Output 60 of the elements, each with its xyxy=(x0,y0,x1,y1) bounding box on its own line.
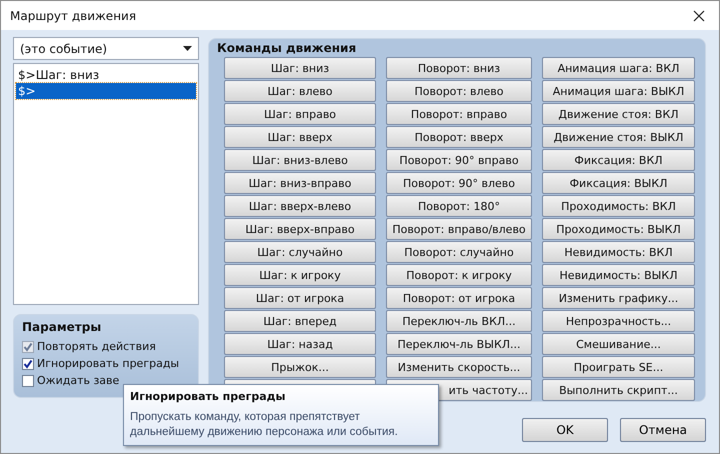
command-button[interactable]: Шаг: вверх xyxy=(224,126,376,148)
checkbox-label: Игнорировать преграды xyxy=(37,357,180,370)
caret-icon xyxy=(183,46,192,51)
command-button[interactable]: Анимация шага: ВКЛ xyxy=(542,57,695,79)
command-button[interactable]: Шаг: вниз xyxy=(224,57,376,79)
command-button[interactable]: Шаг: вправо xyxy=(224,103,376,125)
window-title: Маршрут движения xyxy=(10,8,136,22)
command-button[interactable]: Проходимость: ВЫКЛ xyxy=(542,218,695,240)
command-button[interactable]: Поворот: 90° вправо xyxy=(386,149,532,171)
commands-title: Команды движения xyxy=(217,41,358,55)
tooltip-title: Игнорировать преграды xyxy=(130,390,286,403)
command-button[interactable]: Изменить скорость... xyxy=(386,356,532,378)
command-button[interactable]: Смешивание... xyxy=(542,333,695,355)
command-button[interactable]: Невидимость: ВКЛ xyxy=(542,241,695,263)
command-button[interactable]: Фиксация: ВКЛ xyxy=(542,149,695,171)
command-button[interactable]: Поворот: 180° xyxy=(386,195,532,217)
command-button[interactable]: Шаг: случайно xyxy=(224,241,376,263)
command-button[interactable]: Выполнить скрипт... xyxy=(542,379,695,401)
checkbox[interactable] xyxy=(22,374,34,386)
command-button[interactable]: Поворот: влево xyxy=(386,80,532,102)
command-button[interactable]: Переключ-ль ВКЛ... xyxy=(386,310,532,332)
command-button[interactable]: Изменить графику... xyxy=(542,287,695,309)
command-button[interactable]: Шаг: вверх-вправо xyxy=(224,218,376,240)
command-button[interactable]: Поворот: 90° влево xyxy=(386,172,532,194)
command-button[interactable]: Проходимость: ВКЛ xyxy=(542,195,695,217)
command-button[interactable]: Поворот: к игроку xyxy=(386,264,532,286)
ok-button[interactable]: OK xyxy=(522,418,608,442)
command-button[interactable]: Поворот: вверх xyxy=(386,126,532,148)
command-button[interactable]: Поворот: вправо xyxy=(386,103,532,125)
route-list-item[interactable]: $> xyxy=(16,83,196,99)
command-button[interactable]: Шаг: от игрока xyxy=(224,287,376,309)
command-button[interactable]: Шаг: влево xyxy=(224,80,376,102)
checkbox[interactable] xyxy=(22,358,34,370)
close-icon[interactable] xyxy=(693,10,705,22)
parameters-title: Параметры xyxy=(22,320,102,334)
command-button[interactable]: Шаг: вниз-вправо xyxy=(224,172,376,194)
command-button[interactable]: Фиксация: ВЫКЛ xyxy=(542,172,695,194)
command-button[interactable]: Проиграть SE... xyxy=(542,356,695,378)
command-button[interactable]: Поворот: от игрока xyxy=(386,287,532,309)
command-button[interactable]: Поворот: вниз xyxy=(386,57,532,79)
command-button[interactable]: Шаг: вперед xyxy=(224,310,376,332)
command-button[interactable]: Анимация шага: ВЫКЛ xyxy=(542,80,695,102)
checkbox-label: Ожидать заве xyxy=(37,374,120,387)
command-button[interactable]: Шаг: вверх-влево xyxy=(224,195,376,217)
command-button[interactable]: Поворот: случайно xyxy=(386,241,532,263)
route-list-item[interactable]: $>Шаг: вниз xyxy=(16,67,196,83)
command-button[interactable]: Переключ-ль ВЫКЛ... xyxy=(386,333,532,355)
command-button[interactable]: Непрозрачность... xyxy=(542,310,695,332)
command-button[interactable]: Движение стоя: ВЫКЛ xyxy=(542,126,695,148)
command-button[interactable]: Шаг: назад xyxy=(224,333,376,355)
command-button[interactable]: Шаг: к игроку xyxy=(224,264,376,286)
tooltip-text: Пропускать команду, которая препятствует дальнейшему движению персонажа или события. xyxy=(130,410,399,440)
checkbox-label: Повторять действия xyxy=(37,340,156,353)
command-button[interactable]: Невидимость: ВЫКЛ xyxy=(542,264,695,286)
command-button[interactable]: Шаг: вниз-влево xyxy=(224,149,376,171)
event-dropdown[interactable]: (это событие) xyxy=(13,37,199,60)
command-button[interactable]: Поворот: вправо/влево xyxy=(386,218,532,240)
command-button[interactable]: Прыжок... xyxy=(224,356,376,378)
command-button[interactable]: Движение стоя: ВКЛ xyxy=(542,103,695,125)
cancel-button[interactable]: Отмена xyxy=(620,418,706,442)
